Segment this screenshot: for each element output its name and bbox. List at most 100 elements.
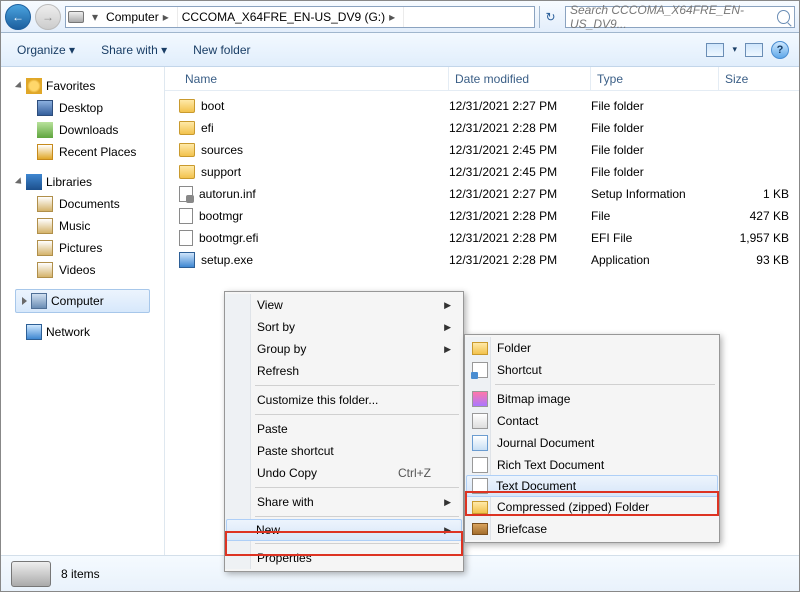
file-date: 12/31/2021 2:27 PM (449, 187, 591, 201)
status-text: 8 items (61, 567, 100, 581)
menu-item-properties[interactable]: Properties (227, 547, 461, 569)
context-submenu-new[interactable]: Folder Shortcut Bitmap imageContact Journal… (464, 334, 720, 543)
breadcrumb[interactable]: ▾ Computer▸ CCCOMA_X64FRE_EN-US_DV9 (G:)… (65, 6, 535, 28)
menu-item-view[interactable]: View▶ (227, 294, 461, 316)
context-menu[interactable]: View▶Sort by▶Group by▶Refresh Customize t… (224, 291, 464, 572)
new-folder-button[interactable]: New folder (187, 39, 256, 61)
nav-libraries-header[interactable]: Libraries (11, 171, 154, 193)
file-name: sources (201, 143, 243, 157)
nav-back-button[interactable]: ← (5, 4, 31, 30)
file-row[interactable]: bootmgr12/31/2021 2:28 PMFile427 KB (165, 205, 799, 227)
file-name: boot (201, 99, 224, 113)
nav-item-desktop[interactable]: Desktop (11, 97, 154, 119)
submenu-arrow-icon: ▶ (444, 322, 451, 333)
menu-item-undo-copy[interactable]: Undo CopyCtrl+Z (227, 462, 461, 484)
address-bar: ← → ▾ Computer▸ CCCOMA_X64FRE_EN-US_DV9 … (1, 1, 799, 33)
menu-item-folder[interactable]: Folder (467, 337, 717, 359)
file-name: bootmgr.efi (199, 231, 258, 245)
nav-item-documents[interactable]: Documents (11, 193, 154, 215)
help-icon[interactable]: ? (771, 41, 789, 59)
file-row[interactable]: efi12/31/2021 2:28 PMFile folder (165, 117, 799, 139)
menu-item-contact[interactable]: Contact (467, 410, 717, 432)
pictures-icon (37, 240, 53, 256)
column-type[interactable]: Type (591, 67, 719, 90)
submenu-arrow-icon: ▶ (444, 344, 451, 355)
nav-item-videos[interactable]: Videos (11, 259, 154, 281)
nav-item-recent-places[interactable]: Recent Places (11, 141, 154, 163)
menu-item-text-document[interactable]: Text Document (466, 475, 718, 497)
menu-item-share-with[interactable]: Share with▶ (227, 491, 461, 513)
zip-icon (472, 501, 488, 514)
ini-icon (179, 186, 193, 202)
menu-item-rich-text-document[interactable]: Rich Text Document (467, 454, 717, 476)
column-name[interactable]: Name (179, 67, 449, 90)
menu-label: Text Document (496, 479, 576, 493)
menu-label: Rich Text Document (497, 458, 604, 472)
column-size[interactable]: Size (719, 67, 799, 90)
nav-item-label: Music (59, 219, 90, 233)
nav-computer-header[interactable]: Computer (15, 289, 150, 313)
menu-item-briefcase[interactable]: Briefcase (467, 518, 717, 540)
menu-item-journal-document[interactable]: Journal Document (467, 432, 717, 454)
menu-label: Folder (497, 341, 531, 355)
menu-item-bitmap-image[interactable]: Bitmap image (467, 388, 717, 410)
file-type: File folder (591, 143, 719, 157)
organize-button[interactable]: Organize ▾ (11, 39, 81, 61)
view-dropdown[interactable]: ▾ (732, 44, 737, 55)
file-type: File folder (591, 165, 719, 179)
nav-item-downloads[interactable]: Downloads (11, 119, 154, 141)
nav-item-pictures[interactable]: Pictures (11, 237, 154, 259)
menu-item-paste-shortcut[interactable]: Paste shortcut (227, 440, 461, 462)
nav-item-label: Downloads (59, 123, 118, 137)
nav-forward-button[interactable]: → (35, 4, 61, 30)
menu-item-refresh[interactable]: Refresh (227, 360, 461, 382)
search-input[interactable]: Search CCCOMA_X64FRE_EN-US_DV9... (565, 6, 795, 28)
jrn-icon (472, 435, 488, 451)
breadcrumb-seg-drive[interactable]: CCCOMA_X64FRE_EN-US_DV9 (G:)▸ (178, 7, 404, 27)
nav-network-header[interactable]: Network (11, 321, 154, 343)
file-type: Application (591, 253, 719, 267)
nav-group-label: Libraries (46, 175, 92, 189)
file-size: 93 KB (719, 253, 799, 267)
file-row[interactable]: setup.exe12/31/2021 2:28 PMApplication93… (165, 249, 799, 271)
menu-item-group-by[interactable]: Group by▶ (227, 338, 461, 360)
file-name: support (201, 165, 241, 179)
videos-icon (37, 262, 53, 278)
file-size: 1,957 KB (719, 231, 799, 245)
menu-label: Undo Copy (257, 466, 317, 480)
file-row[interactable]: bootmgr.efi12/31/2021 2:28 PMEFI File1,9… (165, 227, 799, 249)
menu-label: Journal Document (497, 436, 594, 450)
file-row[interactable]: support 12/31/2021 2:45 PMFile folder (165, 161, 799, 183)
file-row[interactable]: sources 12/31/2021 2:45 PMFile folder (165, 139, 799, 161)
menu-item-sort-by[interactable]: Sort by▶ (227, 316, 461, 338)
nav-item-label: Videos (59, 263, 95, 277)
view-icon[interactable] (706, 43, 724, 57)
nav-item-label: Recent Places (59, 145, 136, 159)
folder-icon (179, 165, 195, 179)
brf-icon (472, 523, 488, 535)
breadcrumb-root-dropdown[interactable]: ▾ (88, 10, 102, 24)
expand-icon (22, 297, 27, 305)
file-date: 12/31/2021 2:45 PM (449, 165, 591, 179)
column-headers[interactable]: Name Date modified Type Size (165, 67, 799, 91)
file-icon (179, 230, 193, 246)
nav-item-music[interactable]: Music (11, 215, 154, 237)
file-date: 12/31/2021 2:28 PM (449, 231, 591, 245)
nav-favorites-header[interactable]: Favorites (11, 75, 154, 97)
breadcrumb-seg-computer[interactable]: Computer▸ (102, 7, 178, 27)
menu-item-compressed-zipped-folder[interactable]: Compressed (zipped) Folder (467, 496, 717, 518)
file-row[interactable]: boot12/31/2021 2:27 PMFile folder (165, 95, 799, 117)
refresh-button[interactable]: ↻ (539, 6, 561, 28)
nav-group-label: Network (46, 325, 90, 339)
menu-item-paste[interactable]: Paste (227, 418, 461, 440)
file-row[interactable]: autorun.inf12/31/2021 2:27 PMSetup Infor… (165, 183, 799, 205)
preview-pane-icon[interactable] (745, 43, 763, 57)
menu-item-new[interactable]: New▶ (226, 519, 462, 541)
folder-icon (179, 143, 195, 157)
file-date: 12/31/2021 2:45 PM (449, 143, 591, 157)
menu-label: Share with (257, 495, 314, 509)
column-date[interactable]: Date modified (449, 67, 591, 90)
share-with-button[interactable]: Share with ▾ (95, 39, 173, 61)
menu-item-customize-this-folder[interactable]: Customize this folder... (227, 389, 461, 411)
menu-item-shortcut[interactable]: Shortcut (467, 359, 717, 381)
